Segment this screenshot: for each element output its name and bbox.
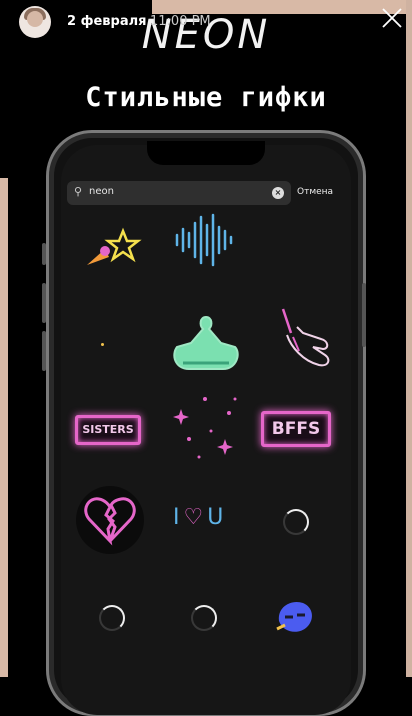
phone-screen: ⚲ neon × Отмена SISTERS BFFS I♡U: [61, 145, 351, 715]
story-header: 2 февраля 11:00 PM: [0, 0, 412, 50]
loading-spinner: [99, 605, 125, 631]
sparkles-sticker[interactable]: [169, 391, 247, 469]
search-icon: ⚲: [74, 185, 83, 198]
yoga-figure-sticker[interactable]: [169, 313, 243, 375]
bffs-sticker[interactable]: BFFS: [261, 411, 331, 447]
phone-mockup: ⚲ neon × Отмена SISTERS BFFS I♡U: [42, 130, 366, 716]
backdrop-left: [0, 178, 8, 677]
broken-heart-sticker[interactable]: [75, 485, 145, 555]
i-love-u-sticker[interactable]: I♡U: [173, 505, 227, 530]
subtitle: Стильные гифки: [85, 82, 327, 113]
clear-icon[interactable]: ×: [272, 187, 284, 199]
story-date: 2 февраля: [67, 14, 147, 29]
avatar[interactable]: [19, 6, 51, 38]
loading-spinner: [283, 509, 309, 535]
cancel-button[interactable]: Отмена: [297, 187, 333, 197]
search-input[interactable]: ⚲ neon ×: [67, 181, 291, 205]
dot-sticker: [101, 343, 104, 346]
blue-bird-sticker[interactable]: [271, 595, 317, 637]
close-icon[interactable]: [380, 6, 404, 30]
soundwave-sticker[interactable]: [173, 211, 237, 269]
search-bar: ⚲ neon × Отмена: [67, 181, 351, 207]
loading-spinner: [191, 605, 217, 631]
story-time: 11:00 PM: [150, 14, 211, 29]
search-query: neon: [89, 186, 114, 197]
sisters-sticker[interactable]: SISTERS: [75, 415, 141, 445]
hand-sticker[interactable]: [273, 303, 335, 377]
ice-cream-star-sticker[interactable]: [83, 225, 143, 271]
phone-notch: [147, 141, 265, 165]
